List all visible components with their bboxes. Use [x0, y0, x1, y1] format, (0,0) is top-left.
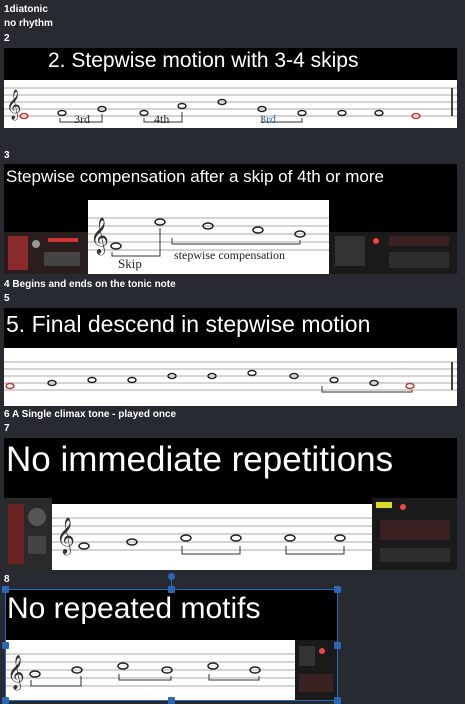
resize-handle-top[interactable] — [168, 586, 175, 593]
synth-background-left — [4, 232, 88, 274]
label-skip: Skip — [118, 256, 142, 271]
music-staff: 𝄞 — [52, 504, 372, 570]
selection-frame — [5, 589, 338, 701]
image-title: Stepwise compensation after a skip of 4t… — [6, 167, 384, 186]
resize-handle-bottom-right[interactable] — [334, 697, 341, 704]
resize-handle-top-right[interactable] — [334, 586, 341, 593]
resize-handle-right[interactable] — [334, 642, 341, 649]
line-5[interactable]: 5 — [4, 293, 10, 305]
synth-background-right — [372, 498, 457, 570]
line-no-rhythm[interactable]: no rhythm — [4, 18, 53, 30]
svg-text:𝄞: 𝄞 — [6, 89, 21, 121]
image-title: 5. Final descend in stepwise motion — [6, 311, 371, 337]
image-stepwise-motion[interactable]: 2. Stepwise motion with 3-4 skips 𝄞 3rd … — [4, 48, 457, 128]
label-stepwise-compensation: stepwise compensation — [174, 248, 285, 262]
line-2[interactable]: 2 — [4, 33, 10, 45]
svg-text:𝄞: 𝄞 — [90, 216, 109, 255]
resize-handle-top-left[interactable] — [2, 586, 9, 593]
image-title: 2. Stepwise motion with 3-4 skips — [48, 49, 359, 72]
rotate-handle[interactable] — [168, 573, 175, 580]
music-staff: 𝄞 Skip stepwise compensation — [88, 200, 329, 274]
music-staff: 𝄞 3rd 4th 3rd — [4, 80, 457, 128]
image-title: No immediate repetitions — [6, 440, 394, 479]
line-1diatonic[interactable]: 1diatonic — [4, 4, 48, 16]
resize-handle-left[interactable] — [2, 642, 9, 649]
label-3rd-blue: 3rd — [260, 112, 276, 126]
resize-handle-bottom-left[interactable] — [2, 697, 9, 704]
line-6-single-climax[interactable]: 6 A Single climax tone - played once — [4, 409, 176, 421]
line-8[interactable]: 8 — [4, 574, 10, 586]
line-4-begins-ends-tonic[interactable]: 4 Begins and ends on the tonic note — [4, 279, 176, 291]
line-7[interactable]: 7 — [4, 423, 10, 435]
label-4th: 4th — [154, 112, 170, 126]
synth-background-right — [329, 232, 457, 274]
image-stepwise-compensation[interactable]: Stepwise compensation after a skip of 4t… — [4, 164, 457, 274]
label-3rd: 3rd — [74, 112, 90, 126]
line-3[interactable]: 3 — [4, 150, 10, 162]
resize-handle-bottom[interactable] — [168, 697, 175, 704]
synth-background-left — [4, 498, 52, 570]
music-staff — [4, 348, 457, 406]
svg-text:𝄞: 𝄞 — [56, 516, 75, 555]
image-no-immediate-repetitions[interactable]: No immediate repetitions 𝄞 — [4, 438, 457, 570]
image-final-descend[interactable]: 5. Final descend in stepwise motion — [4, 308, 457, 406]
